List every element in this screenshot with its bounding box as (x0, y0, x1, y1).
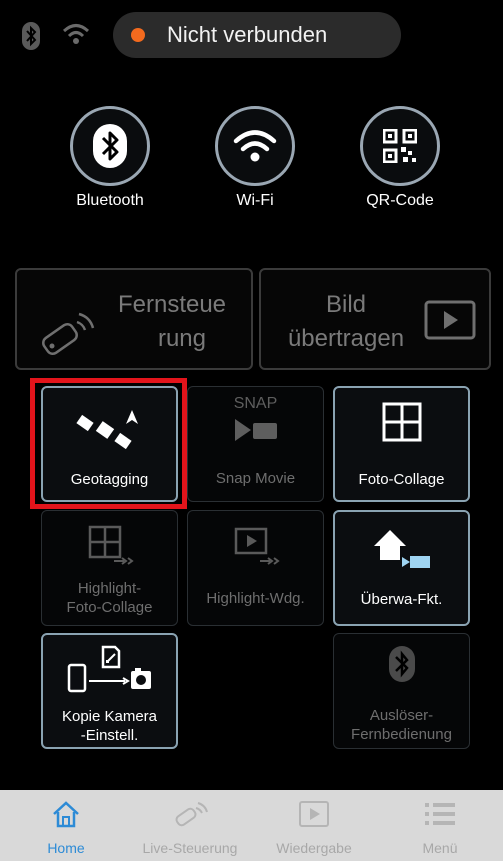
image-transfer-line1: Bild (325, 291, 367, 318)
qr-code-button[interactable] (360, 106, 440, 186)
ausloeser-line2: Fernbedienung (351, 726, 452, 743)
highlight-collage-icon (88, 525, 134, 565)
bluetooth-status-icon (22, 22, 40, 50)
collage-icon (382, 402, 421, 442)
home-monitor-icon (373, 530, 430, 568)
playback-icon (299, 801, 329, 827)
bottom-navigation: Home Live-Steuerung Wiedergabe Menü (0, 790, 503, 861)
bluetooth-icon (93, 124, 127, 168)
snap-badge: SNAP (233, 395, 278, 412)
copy-settings-icon (67, 645, 151, 693)
kopie-kamera-line2: -Einstell. (80, 727, 139, 744)
image-transfer-button[interactable]: Bild übertragen (259, 268, 491, 370)
highlight-collage-line2: Foto-Collage (66, 599, 153, 616)
wifi-label: Wi-Fi (236, 192, 274, 209)
wifi-status-icon (62, 24, 90, 44)
foto-collage-tile[interactable]: Foto-Collage (333, 386, 470, 502)
remote-control-button[interactable]: Fernsteue rung (15, 268, 253, 370)
status-bar: Nicht verbunden (0, 0, 503, 70)
foto-collage-label: Foto-Collage (358, 471, 445, 488)
highlight-frame (30, 378, 187, 509)
qr-code-label: QR-Code (366, 192, 434, 209)
highlight-collage-line1: Highlight- (77, 580, 142, 597)
highlight-playback-icon (234, 527, 280, 565)
nav-live-steuerung-label: Live-Steuerung (142, 840, 238, 856)
play-screen-icon (424, 300, 476, 340)
nav-wiedergabe[interactable]: Wiedergabe (254, 790, 374, 861)
image-transfer-line2: übertragen (287, 325, 405, 352)
nav-home-label: Home (47, 840, 85, 856)
remote-control-line1: Fernsteue (117, 291, 227, 318)
bluetooth-button[interactable] (70, 106, 150, 186)
highlight-wdg-label: Highlight-Wdg. (206, 590, 305, 607)
connection-status-pill[interactable]: Nicht verbunden (113, 12, 401, 58)
ueberwa-label: Überwa-Fkt. (360, 591, 443, 608)
nav-home[interactable]: Home (6, 790, 126, 861)
connection-status-text: Nicht verbunden (167, 22, 328, 47)
remote-icon (175, 802, 208, 827)
nav-live-steuerung[interactable]: Live-Steuerung (130, 790, 250, 861)
highlight-collage-tile[interactable]: Highlight- Foto-Collage (41, 510, 178, 626)
snap-movie-tile[interactable]: SNAP Snap Movie (187, 386, 324, 502)
bluetooth-remote-icon (388, 646, 415, 682)
video-camera-icon (234, 419, 277, 441)
ueberwa-tile[interactable]: Überwa-Fkt. (333, 510, 470, 626)
home-icon (53, 801, 79, 828)
bluetooth-label: Bluetooth (76, 192, 144, 209)
ausloeser-line1: Auslöser- (369, 707, 434, 724)
remote-icon (42, 312, 95, 356)
nav-menu[interactable]: Menü (380, 790, 500, 861)
remote-control-line2: rung (157, 325, 207, 352)
snap-movie-label: Snap Movie (215, 470, 296, 487)
nav-menu-label: Menü (422, 840, 458, 856)
menu-icon (425, 803, 455, 825)
ausloeser-tile[interactable]: Auslöser- Fernbedienung (333, 633, 470, 749)
highlight-wdg-tile[interactable]: Highlight-Wdg. (187, 510, 324, 626)
kopie-kamera-tile[interactable]: Kopie Kamera -Einstell. (41, 633, 178, 749)
nav-wiedergabe-label: Wiedergabe (276, 840, 352, 856)
qr-code-icon (383, 129, 417, 163)
wifi-icon (233, 130, 277, 162)
wifi-button[interactable] (215, 106, 295, 186)
status-dot (131, 28, 145, 42)
kopie-kamera-line1: Kopie Kamera (61, 708, 158, 725)
